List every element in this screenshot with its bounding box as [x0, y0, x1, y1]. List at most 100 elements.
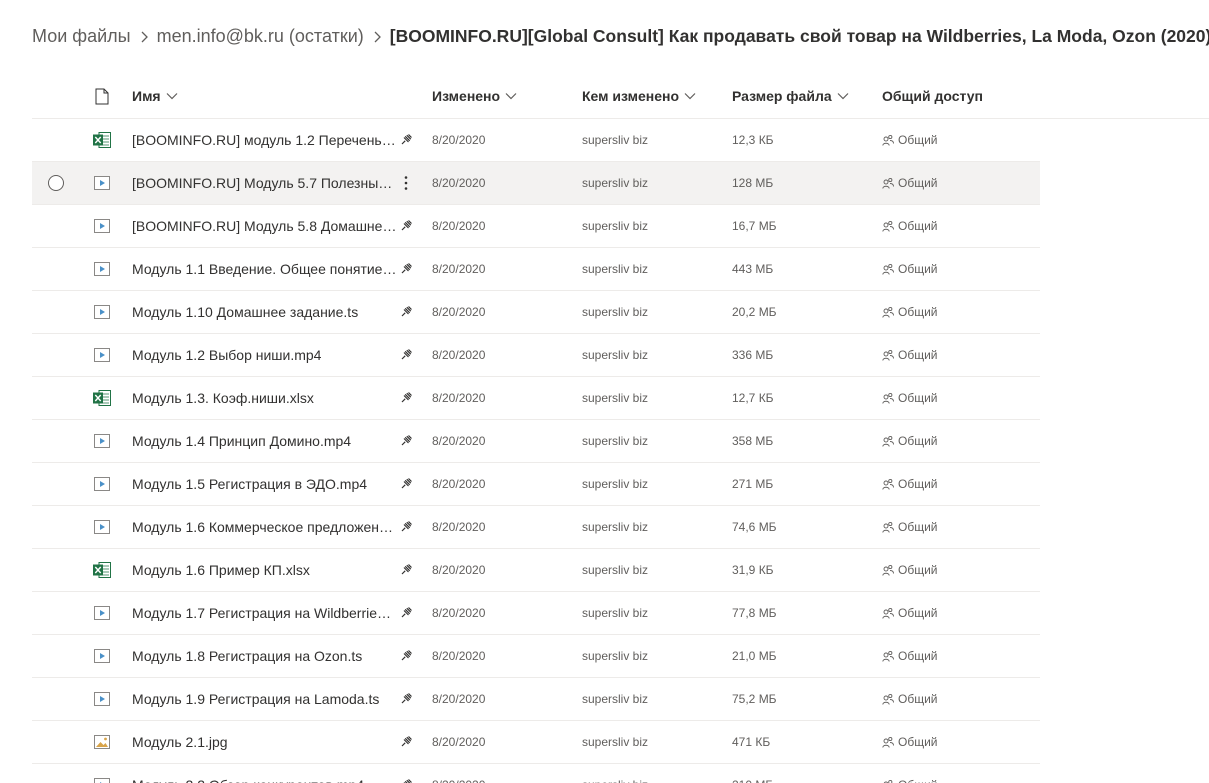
file-row[interactable]: Модуль 1.9 Регистрация на Lamoda.ts 8/20/… [32, 678, 1040, 721]
modified-date: 8/20/2020 [432, 692, 486, 706]
row-select-checkbox[interactable] [44, 162, 68, 204]
breadcrumb-my-files[interactable]: Мои файлы [32, 26, 131, 47]
video-file-icon [90, 205, 114, 247]
file-name-cell[interactable]: [BOOMINFO.RU] Модуль 5.8 Домашнее задани… [132, 205, 422, 247]
sharing-status: Общий [882, 162, 938, 204]
column-header-row: Имя Изменено Кем изменено Размер файла О… [32, 74, 1209, 119]
file-size: 128 МБ [732, 176, 774, 190]
file-row[interactable]: [BOOMINFO.RU] модуль 1.2 Перечень ниш.xl… [32, 119, 1040, 162]
file-row[interactable]: Модуль 1.3. Коэф.ниши.xlsx 8/20/2020 super… [32, 377, 1040, 420]
file-name-cell[interactable]: Модуль 1.1 Введение. Общее понятие о мар… [132, 248, 422, 290]
file-browser: Мои файлы men.info@bk.ru (остатки) [BOOM… [0, 0, 1209, 783]
file-name[interactable]: [BOOMINFO.RU] модуль 1.2 Перечень ниш.xl… [132, 132, 398, 148]
file-name-cell[interactable]: Модуль 1.9 Регистрация на Lamoda.ts [132, 678, 422, 720]
file-row[interactable]: Модуль 1.8 Регистрация на Ozon.ts 8/20/20… [32, 635, 1040, 678]
file-name[interactable]: [BOOMINFO.RU] Модуль 5.8 Домашнее задани… [132, 218, 398, 234]
file-name-cell[interactable]: [BOOMINFO.RU] модуль 1.2 Перечень ниш.xl… [132, 119, 422, 161]
file-name[interactable]: Модуль 1.6 Пример КП.xlsx [132, 562, 310, 578]
file-name[interactable]: Модуль 1.9 Регистрация на Lamoda.ts [132, 691, 379, 707]
file-row[interactable]: Модуль 1.6 Пример КП.xlsx 8/20/2020 supers… [32, 549, 1040, 592]
modified-date: 8/20/2020 [432, 477, 486, 491]
file-name-cell[interactable]: Модуль 1.8 Регистрация на Ozon.ts [132, 635, 422, 677]
sharing-status: Общий [882, 248, 938, 290]
file-name[interactable]: Модуль 1.7 Регистрация на Wildberries.ts [132, 605, 398, 621]
file-name-cell[interactable]: Модуль 1.7 Регистрация на Wildberries.ts [132, 592, 422, 634]
file-row[interactable]: Модуль 1.10 Домашнее задание.ts 8/20/2020… [32, 291, 1040, 334]
excel-file-icon [90, 119, 114, 161]
video-file-icon [90, 506, 114, 548]
pin-icon[interactable] [396, 119, 416, 161]
file-name-cell[interactable]: [BOOMINFO.RU] Модуль 5.7 Полезные сервис… [132, 162, 422, 204]
pin-icon[interactable] [396, 334, 416, 376]
file-row[interactable]: Модуль 2.1.jpg 8/20/2020 supersliv biz 471 … [32, 721, 1040, 764]
people-icon [882, 435, 894, 447]
file-row[interactable]: Модуль 1.7 Регистрация на Wildberries.ts… [32, 592, 1040, 635]
sharing-status: Общий [882, 592, 938, 634]
file-name[interactable]: Модуль 1.10 Домашнее задание.ts [132, 304, 358, 320]
sharing-label: Общий [898, 176, 938, 190]
modified-date: 8/20/2020 [432, 764, 485, 783]
pin-icon[interactable] [396, 291, 416, 333]
pin-icon[interactable] [396, 721, 416, 763]
file-name[interactable]: Модуль 1.1 Введение. Общее понятие о мар… [132, 261, 398, 277]
file-name-cell[interactable]: Модуль 1.4 Принцип Домино.mp4 [132, 420, 422, 462]
pin-icon[interactable] [396, 463, 416, 505]
modified-by: supersliv biz [582, 391, 649, 405]
file-row[interactable]: Модуль 1.6 Коммерческое предложение.mp4 8… [32, 506, 1040, 549]
pin-icon[interactable] [396, 549, 416, 591]
file-name[interactable]: Модуль 1.2 Выбор ниши.mp4 [132, 347, 321, 363]
column-header-sharing[interactable]: Общий доступ [882, 74, 983, 118]
file-row[interactable]: Модуль 1.1 Введение. Общее понятие о мар… [32, 248, 1040, 291]
file-size: 471 КБ [732, 735, 771, 749]
file-type-header-icon[interactable] [90, 74, 114, 118]
file-name[interactable]: Модуль 2.1.jpg [132, 734, 228, 750]
pin-icon[interactable] [396, 635, 416, 677]
pin-icon[interactable] [396, 377, 416, 419]
file-name[interactable]: Модуль 1.3. Коэф.ниши.xlsx [132, 390, 314, 406]
file-name-cell[interactable]: Модуль 1.3. Коэф.ниши.xlsx [132, 377, 422, 419]
file-name-cell[interactable]: Модуль 1.2 Выбор ниши.mp4 [132, 334, 422, 376]
file-name-cell[interactable]: Модуль 1.5 Регистрация в ЭДО.mp4 [132, 463, 422, 505]
modified-date: 8/20/2020 [432, 735, 486, 749]
file-name[interactable]: Модуль 1.4 Принцип Домино.mp4 [132, 433, 351, 449]
file-row[interactable]: [BOOMINFO.RU] Модуль 5.7 Полезные сервис… [32, 162, 1040, 205]
file-row[interactable]: [BOOMINFO.RU] Модуль 5.8 Домашнее задани… [32, 205, 1040, 248]
file-size: 12,7 КБ [732, 391, 774, 405]
modified-date: 8/20/2020 [432, 606, 486, 620]
pin-icon[interactable] [396, 205, 416, 247]
pin-icon[interactable] [396, 592, 416, 634]
file-name-cell[interactable]: Модуль 1.6 Коммерческое предложение.mp4 [132, 506, 422, 548]
more-icon[interactable] [396, 162, 416, 204]
pin-icon[interactable] [396, 420, 416, 462]
excel-file-icon [90, 377, 114, 419]
column-header-modified-by[interactable]: Кем изменено [582, 74, 696, 118]
file-size: 20,2 МБ [732, 305, 777, 319]
file-row[interactable]: Модуль 1.5 Регистрация в ЭДО.mp4 8/20/202… [32, 463, 1040, 506]
sharing-label: Общий [898, 563, 938, 577]
file-row[interactable]: Модуль 1.4 Принцип Домино.mp4 8/20/2020 su… [32, 420, 1040, 463]
modified-by: supersliv biz [582, 219, 649, 233]
breadcrumb-current-folder: [BOOMINFO.RU][Global Consult] Как продав… [389, 25, 1209, 46]
file-size: 271 МБ [732, 477, 774, 491]
file-name-cell[interactable]: Модуль 2.2 Обзор конкурентов.mp4 [132, 764, 422, 783]
column-header-file-size[interactable]: Размер файла [732, 74, 849, 118]
file-name[interactable]: Модуль 1.6 Коммерческое предложение.mp4 [132, 519, 398, 535]
file-name[interactable]: [BOOMINFO.RU] Модуль 5.7 Полезные сервис… [132, 175, 398, 191]
file-name-cell[interactable]: Модуль 1.10 Домашнее задание.ts [132, 291, 422, 333]
pin-icon[interactable] [396, 678, 416, 720]
file-size: 358 МБ [732, 434, 774, 448]
pin-icon[interactable] [396, 248, 416, 290]
people-icon [882, 693, 894, 705]
file-name[interactable]: Модуль 1.8 Регистрация на Ozon.ts [132, 648, 362, 664]
pin-icon[interactable] [396, 506, 416, 548]
file-name[interactable]: Модуль 1.5 Регистрация в ЭДО.mp4 [132, 476, 367, 492]
pin-icon[interactable] [396, 764, 416, 783]
column-header-name[interactable]: Имя [132, 74, 422, 118]
file-row[interactable]: Модуль 1.2 Выбор ниши.mp4 8/20/2020 supers… [32, 334, 1040, 377]
file-name-cell[interactable]: Модуль 1.6 Пример КП.xlsx [132, 549, 422, 591]
file-row[interactable]: Модуль 2.2 Обзор конкурентов.mp4 8/20/202… [32, 764, 1040, 783]
column-header-modified[interactable]: Изменено [432, 74, 517, 118]
file-name-cell[interactable]: Модуль 2.1.jpg [132, 721, 422, 763]
breadcrumb-folder[interactable]: men.info@bk.ru (остатки) [157, 26, 364, 47]
file-name[interactable]: Модуль 2.2 Обзор конкурентов.mp4 [132, 777, 364, 783]
